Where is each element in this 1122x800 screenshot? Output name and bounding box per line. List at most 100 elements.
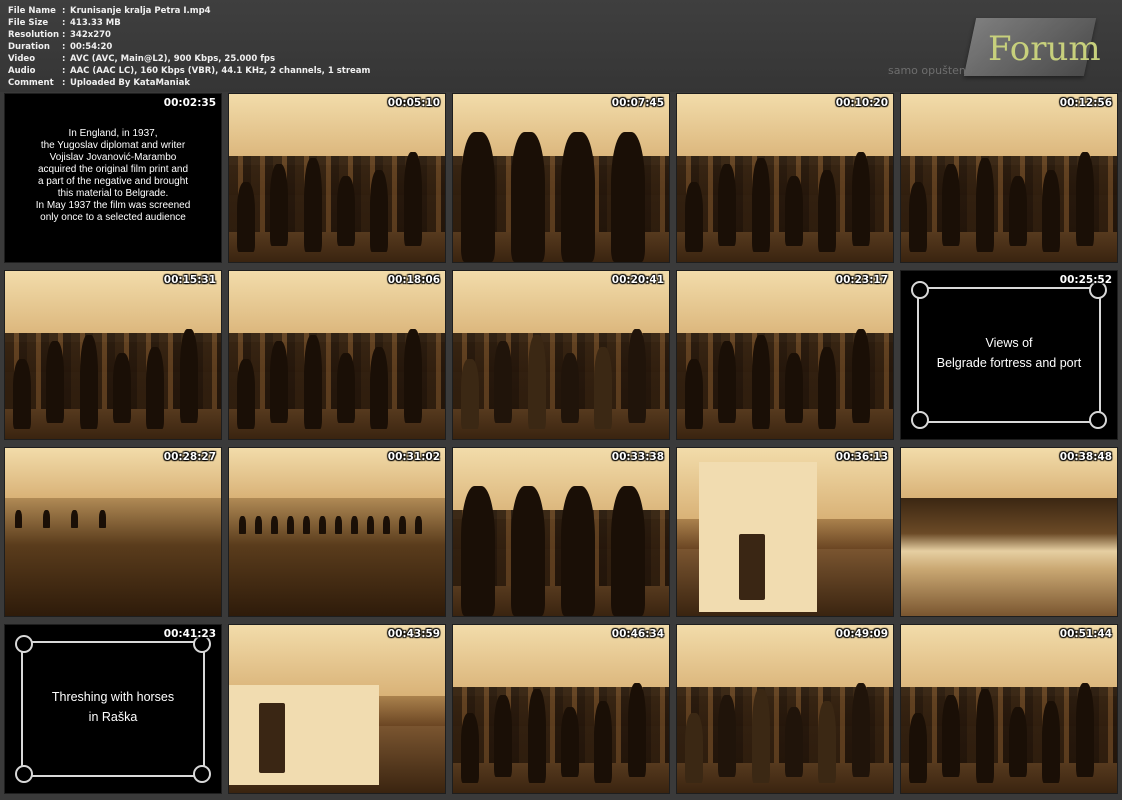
meta-row-resolution: Resolution:342x270 — [8, 29, 370, 41]
frame-figure — [1075, 152, 1094, 246]
frame-figure — [146, 347, 165, 429]
frame-figure — [685, 713, 703, 783]
video-thumbnail[interactable]: 00:18:06 — [228, 270, 446, 440]
frame-figure — [942, 695, 961, 777]
sepia-film-frame — [229, 625, 445, 793]
meta-row-file-size: File Size:413.33 MB — [8, 17, 370, 29]
frame-ornament-icon — [911, 281, 929, 299]
frame-figure — [1042, 170, 1061, 252]
frame-figure — [511, 486, 545, 616]
video-thumbnail[interactable]: In England, in 1937, the Yugoslav diplom… — [4, 93, 222, 263]
frame-figure — [494, 695, 513, 777]
frame-figure — [751, 335, 770, 429]
sepia-film-frame — [677, 448, 893, 616]
frame-figure — [71, 510, 78, 528]
timestamp: 00:05:10 — [387, 97, 440, 109]
video-thumbnail[interactable]: 00:10:20 — [676, 93, 894, 263]
sepia-film-frame — [677, 625, 893, 793]
frame-figure — [461, 132, 495, 262]
frame-figure — [1009, 707, 1027, 777]
frame-figure — [46, 341, 65, 423]
frame-figure — [303, 335, 322, 429]
frame-figure — [494, 341, 513, 423]
video-thumbnail[interactable]: 00:05:10 — [228, 93, 446, 263]
video-thumbnail[interactable]: Threshing with horses in Raška 00:41:23 — [4, 624, 222, 794]
timestamp: 00:20:41 — [611, 274, 664, 286]
meta-value: AVC (AVC, Main@L2), 900 Kbps, 25.000 fps — [70, 54, 276, 64]
frame-figure — [179, 329, 198, 423]
timestamp: 00:10:20 — [835, 97, 888, 109]
timestamp: 00:15:31 — [163, 274, 216, 286]
frame-figure — [851, 152, 870, 246]
frame-figure — [751, 689, 770, 783]
frame-figure — [237, 182, 255, 252]
frame-figure — [351, 516, 358, 534]
frame-figure — [113, 353, 131, 423]
frame-ornament-icon — [911, 411, 929, 429]
video-thumbnail[interactable]: 00:46:34 — [452, 624, 670, 794]
meta-value: 342x270 — [70, 30, 111, 40]
video-thumbnail[interactable]: 00:28:27 — [4, 447, 222, 617]
frame-figure — [718, 341, 737, 423]
frame-figure — [270, 164, 289, 246]
forum-logo: Forum samo opušteno — [850, 12, 1101, 82]
frame-figure — [403, 329, 422, 423]
video-thumbnail[interactable]: 00:20:41 — [452, 270, 670, 440]
meta-key: Resolution — [8, 30, 60, 40]
frame-figure — [43, 510, 50, 528]
frame-figure — [1075, 683, 1094, 777]
frame-ornament-icon — [193, 765, 211, 783]
frame-figure — [718, 695, 737, 777]
logo-subtext: samo opušteno — [888, 64, 973, 77]
frame-figure — [319, 516, 326, 534]
frame-figure — [818, 170, 837, 252]
frame-building — [229, 685, 379, 785]
frame-doorway — [739, 534, 765, 600]
frame-figure — [561, 353, 579, 423]
frame-figure — [527, 689, 546, 783]
frame-ground — [901, 498, 1117, 616]
video-thumbnail[interactable]: 00:43:59 — [228, 624, 446, 794]
video-thumbnail[interactable]: 00:31:02 — [228, 447, 446, 617]
frame-figure — [461, 359, 479, 429]
video-thumbnail[interactable]: 00:49:09 — [676, 624, 894, 794]
video-thumbnail[interactable]: 00:12:56 — [900, 93, 1118, 263]
video-thumbnail[interactable]: 00:07:45 — [452, 93, 670, 263]
meta-key: Comment — [8, 78, 54, 88]
meta-key: File Name — [8, 6, 56, 16]
frame-figure — [239, 516, 246, 534]
meta-separator: : — [62, 54, 66, 64]
title-card-text: In England, in 1937, the Yugoslav diplom… — [35, 128, 191, 223]
sepia-film-frame — [901, 94, 1117, 262]
meta-separator: : — [62, 78, 66, 88]
video-thumbnail[interactable]: 00:51:44 — [900, 624, 1118, 794]
timestamp: 00:43:59 — [387, 628, 440, 640]
frame-ornament-icon — [15, 635, 33, 653]
video-thumbnail[interactable]: 00:38:48 — [900, 447, 1118, 617]
frame-figure — [511, 132, 545, 262]
video-thumbnail[interactable]: 00:23:17 — [676, 270, 894, 440]
timestamp: 00:51:44 — [1059, 628, 1112, 640]
frame-figure — [561, 132, 595, 262]
frame-figure — [718, 164, 737, 246]
video-thumbnail[interactable]: 00:33:38 — [452, 447, 670, 617]
video-thumbnail[interactable]: Views of Belgrade fortress and port 00:25… — [900, 270, 1118, 440]
sepia-film-frame — [453, 271, 669, 439]
frame-figure — [337, 176, 355, 246]
meta-value: Uploaded By KataManiak — [70, 78, 191, 88]
video-thumbnail[interactable]: 00:36:13 — [676, 447, 894, 617]
meta-key: File Size — [8, 18, 49, 28]
timestamp: 00:07:45 — [611, 97, 664, 109]
timestamp: 00:12:56 — [1059, 97, 1112, 109]
frame-figure — [370, 170, 389, 252]
title-card-text: Threshing with horses in Raška — [51, 690, 175, 724]
video-thumbnail[interactable]: 00:15:31 — [4, 270, 222, 440]
sepia-film-frame — [453, 448, 669, 616]
frame-figure — [851, 329, 870, 423]
frame-figure — [975, 689, 994, 783]
frame-figure — [785, 707, 803, 777]
logo-text: Forum — [988, 29, 1101, 69]
frame-ground — [5, 498, 221, 616]
file-info-header: File Name: Krunisanje kralja Petra I.mp4 … — [0, 0, 1122, 92]
frame-figure — [627, 329, 646, 423]
